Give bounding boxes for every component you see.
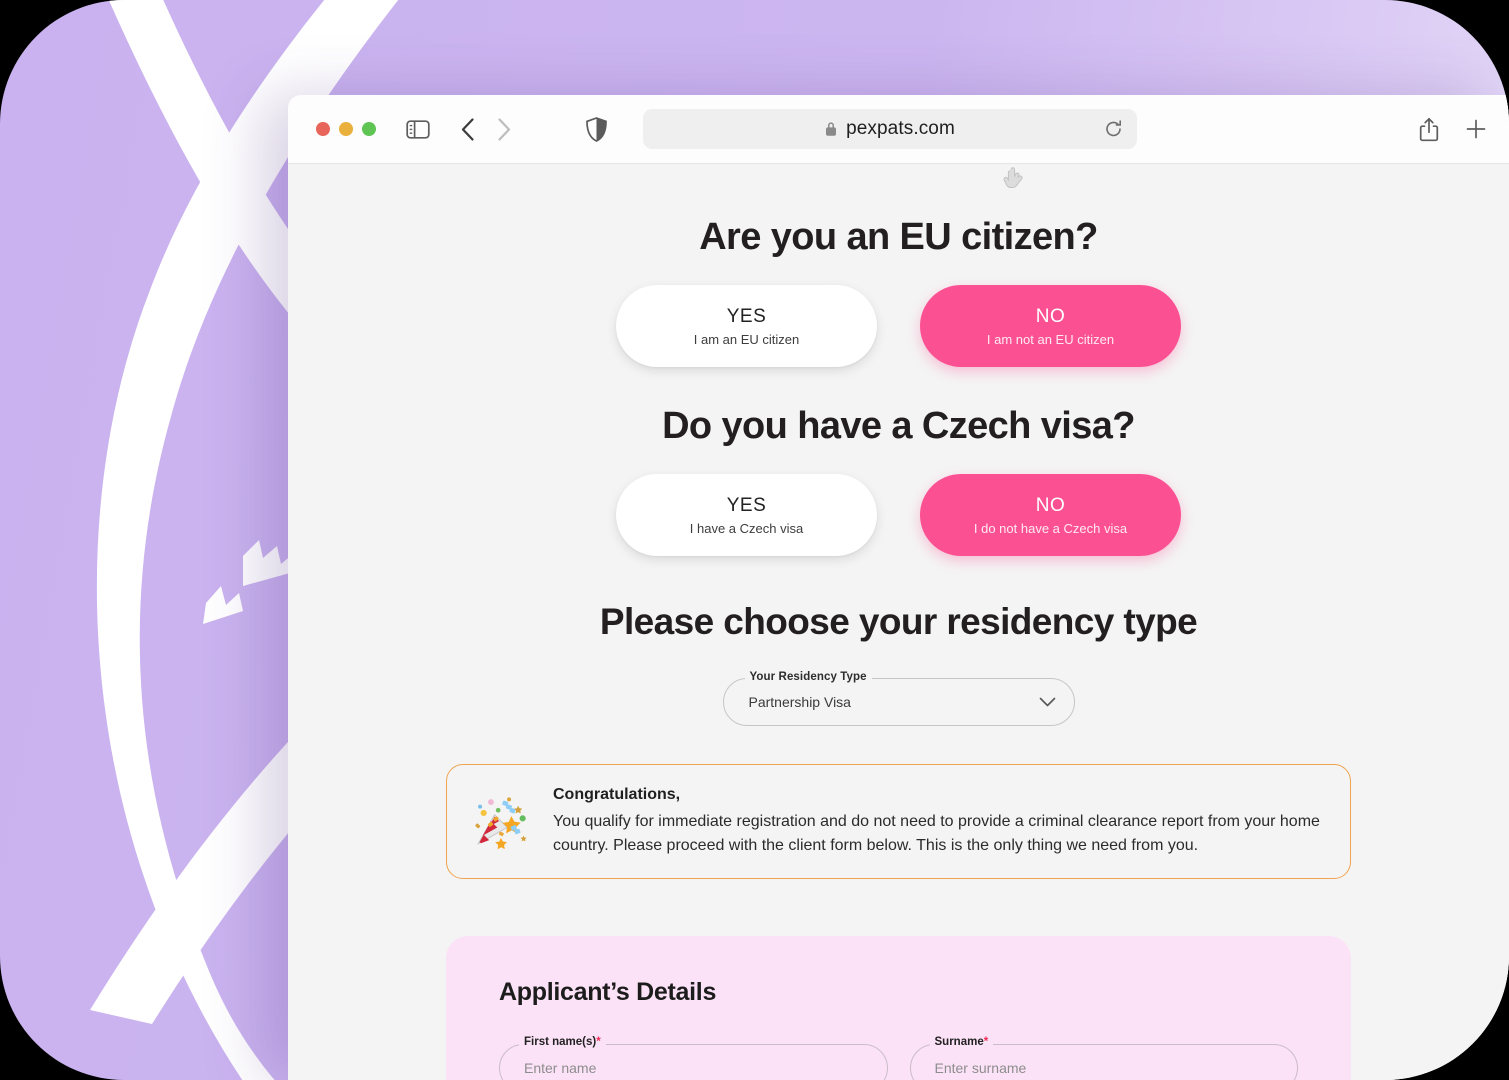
reload-icon[interactable] [1104,120,1123,139]
required-marker: * [983,1036,989,1049]
residency-type-select-value: Partnership Visa [748,694,851,710]
zoom-window-button[interactable] [362,122,376,136]
question-czech-visa-heading: Do you have a Czech visa? [662,405,1135,447]
share-icon[interactable] [1419,117,1439,142]
residency-type-select-wrap: Your Residency Type Partnership Visa [288,671,1509,726]
address-bar-host: pexpats.com [846,118,955,139]
congratulations-alert-body: Congratulations, You qualify for immedia… [553,786,1324,857]
residency-type-select[interactable]: Your Residency Type Partnership Visa [722,671,1075,726]
privacy-shield-icon[interactable] [586,116,607,142]
czech-visa-yes-sublabel: I have a Czech visa [689,520,804,536]
page-content: Are you an EU citizen? YES I am an EU ci… [288,164,1509,1080]
czech-visa-yes-button[interactable]: YES I have a Czech visa [616,474,877,556]
surname-label: Surname* [929,1036,994,1049]
forward-chevron-icon[interactable] [496,117,512,142]
congratulations-alert-title: Congratulations, [553,786,681,803]
congratulations-alert-message: You qualify for immediate registration a… [553,813,1320,854]
screenshot-canvas: pexpats.com Are you an EU citizen? YES I… [0,0,1509,1080]
window-traffic-lights [316,122,376,136]
applicant-details-title: Applicant’s Details [499,978,717,1007]
applicant-details-panel: Applicant’s Details First name(s)* If yo… [446,936,1351,1080]
eu-citizen-yes-label: YES [726,306,767,328]
back-chevron-icon[interactable] [460,117,476,142]
party-popper-icon [469,791,531,853]
first-name-field-group: First name(s)* If you have a middle name… [499,1036,888,1080]
residency-type-select-label: Your Residency Type [744,671,872,683]
toolbar-right-actions [1419,117,1487,142]
lock-icon [825,121,837,137]
eu-citizen-no-button[interactable]: NO I am not an EU citizen [920,285,1181,367]
eu-citizen-no-label: NO [1035,306,1066,328]
surname-input[interactable] [909,1044,1298,1080]
first-name-input[interactable] [499,1044,888,1080]
first-name-label: First name(s)* [519,1036,606,1049]
browser-window: pexpats.com Are you an EU citizen? YES I… [288,95,1509,1080]
czech-visa-no-label: NO [1035,495,1066,517]
residency-type-heading: Please choose your residency type [599,601,1198,642]
czech-visa-no-sublabel: I do not have a Czech visa [973,520,1128,536]
browser-toolbar: pexpats.com [288,95,1509,164]
sidebar-toggle-icon[interactable] [406,119,430,139]
mouse-cursor-icon [1002,166,1028,192]
eu-citizen-yes-button[interactable]: YES I am an EU citizen [616,285,877,367]
required-marker: * [596,1036,601,1049]
question-eu-citizen-heading: Are you an EU citizen? [699,216,1098,258]
czech-visa-choice-row: YES I have a Czech visa NO I do not have… [288,474,1509,556]
eu-citizen-no-sublabel: I am not an EU citizen [986,331,1115,347]
eu-citizen-yes-sublabel: I am an EU citizen [693,331,800,347]
chevron-down-icon[interactable] [1039,697,1056,708]
close-window-button[interactable] [316,122,330,136]
czech-visa-yes-label: YES [726,495,767,517]
surname-field-group: Surname* Enter surname that will be on y… [909,1036,1298,1080]
applicant-details-fields: First name(s)* If you have a middle name… [499,1036,1298,1080]
new-tab-plus-icon[interactable] [1465,118,1487,140]
address-bar[interactable]: pexpats.com [643,109,1137,149]
minimize-window-button[interactable] [339,122,353,136]
congratulations-alert: Congratulations, You qualify for immedia… [446,764,1351,880]
eu-citizen-choice-row: YES I am an EU citizen NO I am not an EU… [288,285,1509,367]
czech-visa-no-button[interactable]: NO I do not have a Czech visa [920,474,1181,556]
